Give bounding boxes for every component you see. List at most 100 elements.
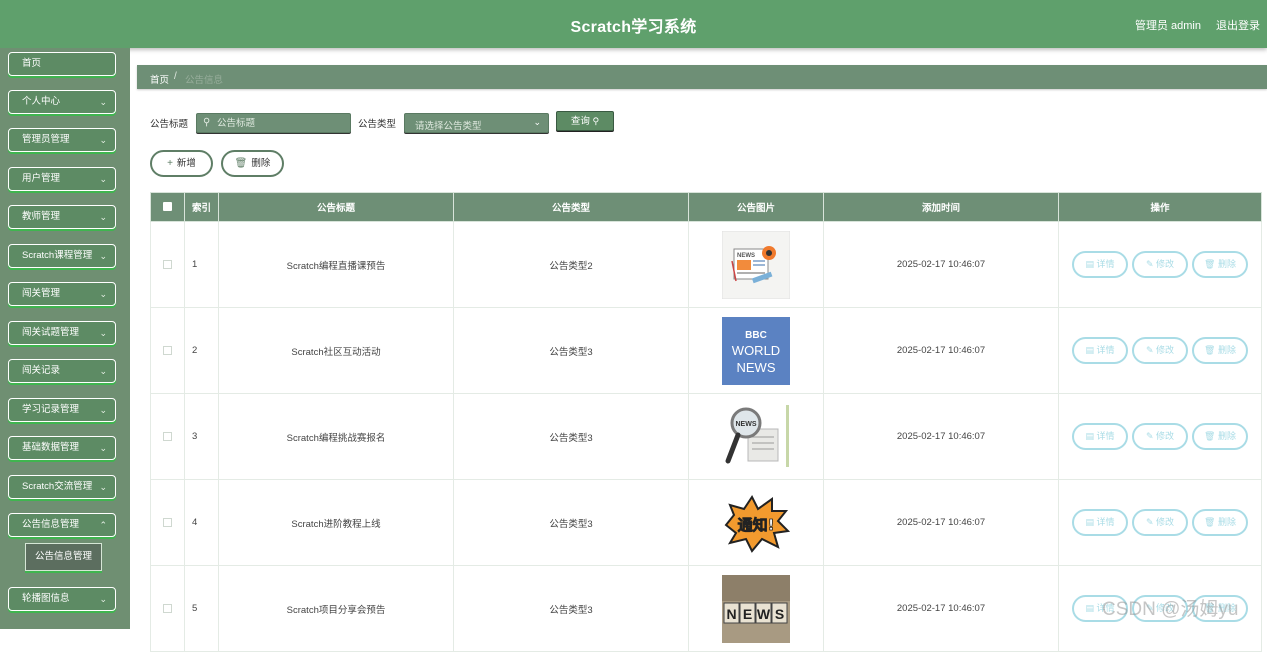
row-actions: ▤ 详情 ✎ 修改 🗑 删除 bbox=[1058, 479, 1262, 566]
sidebar-item-home[interactable]: 首页 bbox=[8, 52, 116, 76]
type-select-placeholder: 请选择公告类型 bbox=[415, 121, 482, 132]
table-row: 3 Scratch编程挑战赛报名 公告类型3 NEWS 2025-02-17 1… bbox=[150, 393, 1262, 480]
add-button[interactable]: + 新增 bbox=[150, 150, 213, 177]
detail-label: 详情 bbox=[1096, 517, 1115, 527]
row-image-cell: N E W S bbox=[688, 565, 824, 652]
sidebar-item-users[interactable]: 用户管理 ⌄ bbox=[8, 167, 116, 191]
sidebar-item-notices[interactable]: 公告信息管理 ⌃ bbox=[8, 513, 116, 537]
sidebar-item-courses[interactable]: Scratch课程管理 ⌄ bbox=[8, 244, 116, 268]
sidebar-item-profile[interactable]: 个人中心 ⌄ bbox=[8, 90, 116, 114]
detail-button[interactable]: ▤ 详情 bbox=[1072, 337, 1128, 364]
chevron-down-icon: ⌄ bbox=[99, 482, 107, 492]
column-header: 操作 bbox=[1058, 192, 1262, 222]
row-type: 公告类型3 bbox=[453, 307, 689, 394]
row-checkbox[interactable] bbox=[163, 517, 172, 527]
sidebar-item-base-data[interactable]: 基础数据管理 ⌄ bbox=[8, 436, 116, 460]
bbc-text: BBC bbox=[745, 330, 767, 341]
title-search-field[interactable]: ⚲ bbox=[196, 113, 351, 133]
sidebar-item-carousel[interactable]: 轮播图信息 ⌄ bbox=[8, 587, 116, 611]
trash-icon: 🗑 bbox=[1204, 345, 1216, 355]
query-button[interactable]: 查询 ⚲ bbox=[556, 111, 614, 131]
delete-button[interactable]: 🗑 删除 bbox=[1192, 337, 1248, 364]
row-select-cell bbox=[150, 307, 185, 394]
block-letter: W bbox=[757, 606, 771, 622]
sidebar-item-level-records[interactable]: 闯关记录 ⌄ bbox=[8, 359, 116, 383]
detail-button[interactable]: ▤ 详情 bbox=[1072, 423, 1128, 450]
pencil-icon: ✎ bbox=[1145, 431, 1154, 441]
row-actions: ▤ 详情 ✎ 修改 🗑 删除 bbox=[1058, 307, 1262, 394]
select-all-checkbox[interactable] bbox=[163, 202, 172, 212]
pencil-icon: ✎ bbox=[1145, 345, 1154, 355]
row-index: 1 bbox=[184, 221, 219, 308]
breadcrumb: 首页 / 公告信息 bbox=[137, 65, 1267, 89]
detail-button[interactable]: ▤ 详情 bbox=[1072, 251, 1128, 278]
search-icon: ⚲ bbox=[203, 117, 211, 128]
edit-button[interactable]: ✎ 修改 bbox=[1132, 509, 1188, 536]
edit-label: 修改 bbox=[1156, 345, 1175, 355]
sidebar-item-label: 基础数据管理 bbox=[22, 442, 80, 453]
chevron-down-icon: ⌄ bbox=[99, 135, 107, 145]
paper-text: NEWS bbox=[737, 253, 755, 259]
row-checkbox[interactable] bbox=[163, 259, 172, 269]
sidebar-item-level-questions[interactable]: 闯关试题管理 ⌄ bbox=[8, 321, 116, 345]
row-checkbox[interactable] bbox=[163, 431, 172, 441]
sidebar-item-admins[interactable]: 管理员管理 ⌄ bbox=[8, 128, 116, 152]
row-checkbox[interactable] bbox=[163, 603, 172, 613]
row-title: Scratch编程直播课预告 bbox=[218, 221, 454, 308]
pencil-icon: ✎ bbox=[1145, 259, 1154, 269]
type-select[interactable]: 请选择公告类型 ⌄ bbox=[404, 113, 549, 133]
top-header: Scratch学习系统 管理员 admin 退出登录 bbox=[0, 0, 1267, 48]
type-select-label: 公告类型 bbox=[358, 119, 397, 130]
chevron-down-icon: ⌄ bbox=[99, 174, 107, 184]
column-header: 添加时间 bbox=[823, 192, 1059, 222]
sidebar-item-label: 用户管理 bbox=[22, 173, 61, 184]
breadcrumb-separator: / bbox=[174, 71, 177, 82]
breadcrumb-home[interactable]: 首页 bbox=[150, 72, 169, 86]
delete-button[interactable]: 🗑 删除 bbox=[1192, 251, 1248, 278]
delete-label: 删除 bbox=[1217, 345, 1236, 355]
lens-text: NEWS bbox=[736, 421, 757, 428]
table-header-row: 索引 公告标题 公告类型 公告图片 添加时间 操作 bbox=[150, 192, 1262, 222]
news-blocks-image: N E W S bbox=[722, 574, 790, 643]
breadcrumb-current: 公告信息 bbox=[185, 75, 224, 86]
batch-delete-button[interactable]: 🗑 删除 bbox=[221, 150, 284, 177]
add-button-label: 新增 bbox=[176, 158, 196, 169]
row-image-cell: NEWS bbox=[688, 221, 824, 308]
sidebar-item-study-records[interactable]: 学习记录管理 ⌄ bbox=[8, 398, 116, 422]
chevron-down-icon: ⌄ bbox=[99, 289, 107, 299]
row-type: 公告类型3 bbox=[453, 393, 689, 480]
chevron-down-icon: ⌄ bbox=[99, 594, 107, 604]
plus-icon: + bbox=[167, 158, 173, 169]
doc-icon: ▤ bbox=[1085, 345, 1094, 355]
row-actions: ▤ 详情 ✎ 修改 🗑 删除 bbox=[1058, 221, 1262, 308]
sidebar-item-label: Scratch课程管理 bbox=[22, 250, 93, 261]
detail-label: 详情 bbox=[1096, 259, 1115, 269]
doc-icon: ▤ bbox=[1085, 603, 1094, 613]
sidebar-item-label: 轮播图信息 bbox=[22, 593, 70, 604]
table-row: 1 Scratch编程直播课预告 公告类型2 NEWS 2025-02-17 1… bbox=[150, 221, 1262, 308]
news-text: NEWS bbox=[737, 360, 776, 375]
edit-button[interactable]: ✎ 修改 bbox=[1132, 337, 1188, 364]
sidebar-item-label: Scratch交流管理 bbox=[22, 481, 93, 492]
edit-button[interactable]: ✎ 修改 bbox=[1132, 251, 1188, 278]
sidebar-item-forum[interactable]: Scratch交流管理 ⌄ bbox=[8, 475, 116, 499]
row-time: 2025-02-17 10:46:07 bbox=[823, 393, 1059, 480]
pencil-icon: ✎ bbox=[1145, 517, 1154, 527]
title-search-input[interactable] bbox=[217, 116, 345, 130]
sidebar-item-teachers[interactable]: 教师管理 ⌄ bbox=[8, 205, 116, 229]
chevron-up-icon: ⌃ bbox=[99, 520, 107, 530]
delete-button[interactable]: 🗑 删除 bbox=[1192, 509, 1248, 536]
row-image-cell: BBC WORLD NEWS bbox=[688, 307, 824, 394]
delete-button[interactable]: 🗑 删除 bbox=[1192, 423, 1248, 450]
sidebar-item-label: 学习记录管理 bbox=[22, 404, 80, 415]
logout-link[interactable]: 退出登录 bbox=[1216, 17, 1260, 33]
sidebar-subitem-notices[interactable]: 公告信息管理 bbox=[25, 543, 102, 571]
detail-button[interactable]: ▤ 详情 bbox=[1072, 509, 1128, 536]
block-letter: E bbox=[743, 606, 752, 622]
edit-button[interactable]: ✎ 修改 bbox=[1132, 423, 1188, 450]
trash-icon: 🗑 bbox=[1204, 431, 1216, 441]
row-time: 2025-02-17 10:46:07 bbox=[823, 479, 1059, 566]
sidebar-item-levels[interactable]: 闯关管理 ⌄ bbox=[8, 282, 116, 306]
column-header: 公告类型 bbox=[453, 192, 689, 222]
row-checkbox[interactable] bbox=[163, 345, 172, 355]
